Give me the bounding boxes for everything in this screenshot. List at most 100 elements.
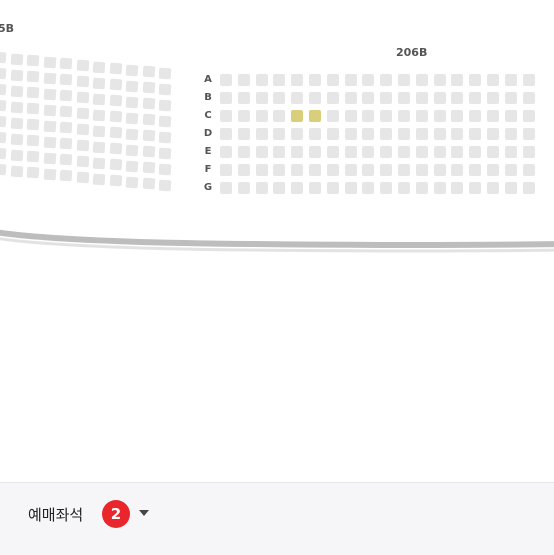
seat[interactable] xyxy=(237,128,250,140)
seat[interactable] xyxy=(142,97,155,110)
seat[interactable] xyxy=(309,146,321,158)
seat[interactable] xyxy=(398,182,410,194)
seat[interactable] xyxy=(255,146,268,158)
seat[interactable] xyxy=(309,128,321,140)
seat[interactable] xyxy=(469,146,482,158)
seat[interactable] xyxy=(362,164,375,176)
seat[interactable] xyxy=(125,112,139,125)
seat[interactable] xyxy=(273,146,286,158)
seat[interactable] xyxy=(487,110,499,122)
seat-selected[interactable] xyxy=(309,110,321,122)
seat[interactable] xyxy=(451,146,464,158)
seat[interactable] xyxy=(415,182,428,194)
seat[interactable] xyxy=(59,153,73,166)
seat[interactable] xyxy=(433,182,446,194)
seat[interactable] xyxy=(220,146,232,158)
seat[interactable] xyxy=(237,92,250,104)
seat[interactable] xyxy=(469,110,482,122)
seat[interactable] xyxy=(142,145,155,158)
seat[interactable] xyxy=(109,94,122,107)
seat[interactable] xyxy=(255,92,268,104)
seat[interactable] xyxy=(10,85,23,97)
seat[interactable] xyxy=(125,80,139,93)
seat[interactable] xyxy=(220,164,232,176)
seat[interactable] xyxy=(0,51,7,64)
seat[interactable] xyxy=(76,107,89,120)
seat[interactable] xyxy=(109,126,122,139)
seat[interactable] xyxy=(10,133,23,145)
seat[interactable] xyxy=(380,182,393,194)
seat[interactable] xyxy=(291,128,304,140)
seat[interactable] xyxy=(273,110,286,122)
seat[interactable] xyxy=(59,105,73,118)
seat[interactable] xyxy=(504,182,517,194)
seat-map[interactable]: 5B 206B ABCDEFG xyxy=(0,0,554,480)
seat[interactable] xyxy=(10,117,23,129)
seat[interactable] xyxy=(344,164,357,176)
seat[interactable] xyxy=(344,110,357,122)
seat[interactable] xyxy=(109,78,122,91)
seat[interactable] xyxy=(433,74,446,86)
seat[interactable] xyxy=(291,74,304,86)
seat[interactable] xyxy=(522,182,535,194)
seat[interactable] xyxy=(26,166,40,179)
seat[interactable] xyxy=(362,146,375,158)
seat[interactable] xyxy=(415,110,428,122)
seat[interactable] xyxy=(10,149,23,161)
seat[interactable] xyxy=(237,110,250,122)
seat[interactable] xyxy=(326,164,339,176)
seat[interactable] xyxy=(291,182,304,194)
seat[interactable] xyxy=(158,131,172,144)
seat[interactable] xyxy=(415,128,428,140)
seat[interactable] xyxy=(220,128,232,140)
seat[interactable] xyxy=(125,64,139,77)
seat[interactable] xyxy=(309,182,321,194)
seat[interactable] xyxy=(76,59,89,72)
seat[interactable] xyxy=(237,74,250,86)
seat[interactable] xyxy=(380,92,393,104)
seat[interactable] xyxy=(76,155,89,168)
seat[interactable] xyxy=(10,53,23,65)
seat[interactable] xyxy=(59,57,73,70)
seat[interactable] xyxy=(0,83,7,96)
seat[interactable] xyxy=(487,128,499,140)
seat[interactable] xyxy=(380,110,393,122)
seat[interactable] xyxy=(398,74,410,86)
seat[interactable] xyxy=(326,92,339,104)
seat[interactable] xyxy=(158,179,172,192)
seat[interactable] xyxy=(273,164,286,176)
seat[interactable] xyxy=(487,74,499,86)
seat[interactable] xyxy=(142,65,155,78)
seat[interactable] xyxy=(59,137,73,150)
seat[interactable] xyxy=(273,128,286,140)
seat[interactable] xyxy=(326,74,339,86)
seat[interactable] xyxy=(273,182,286,194)
seat[interactable] xyxy=(220,182,232,194)
seat[interactable] xyxy=(522,146,535,158)
seat[interactable] xyxy=(487,146,499,158)
seat[interactable] xyxy=(255,110,268,122)
seat[interactable] xyxy=(522,128,535,140)
seat[interactable] xyxy=(380,164,393,176)
seat[interactable] xyxy=(255,128,268,140)
seat[interactable] xyxy=(43,56,56,69)
seat[interactable] xyxy=(26,102,40,115)
seat[interactable] xyxy=(0,131,7,144)
seat[interactable] xyxy=(469,182,482,194)
seat[interactable] xyxy=(26,118,40,131)
seat[interactable] xyxy=(344,128,357,140)
seat[interactable] xyxy=(26,150,40,163)
seat[interactable] xyxy=(76,171,89,184)
seat[interactable] xyxy=(158,147,172,160)
seat[interactable] xyxy=(92,173,106,185)
seat[interactable] xyxy=(158,67,172,80)
seat[interactable] xyxy=(487,182,499,194)
seat[interactable] xyxy=(344,146,357,158)
seat[interactable] xyxy=(43,120,56,133)
seat[interactable] xyxy=(504,74,517,86)
seat[interactable] xyxy=(487,164,499,176)
seat[interactable] xyxy=(415,92,428,104)
seat[interactable] xyxy=(43,136,56,149)
seat[interactable] xyxy=(380,74,393,86)
seat[interactable] xyxy=(362,182,375,194)
